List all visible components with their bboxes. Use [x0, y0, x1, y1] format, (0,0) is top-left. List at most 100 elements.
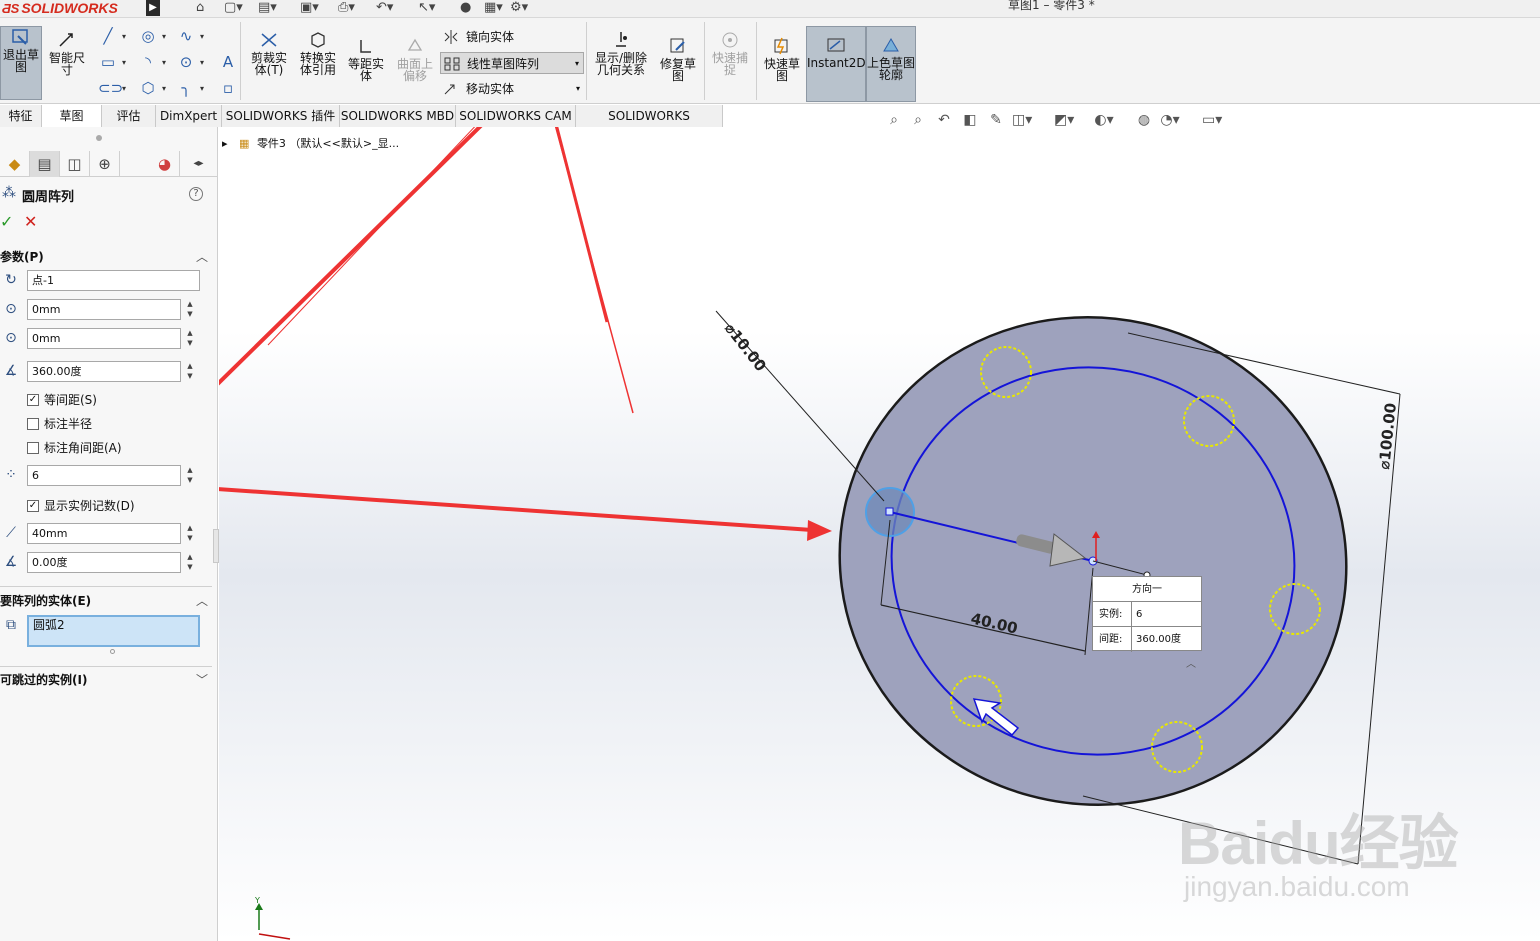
circle-dropdown-icon[interactable]: ▾ — [162, 30, 170, 44]
fillet-icon[interactable]: ╮ — [176, 78, 196, 98]
panel-grip[interactable] — [96, 135, 102, 141]
spline-dropdown-icon[interactable]: ▾ — [200, 30, 208, 44]
feature-manager-tab-icon[interactable]: ◆ — [0, 151, 30, 177]
ellipse-dropdown-icon[interactable]: ▾ — [200, 56, 208, 70]
display-style-icon[interactable]: ◩▾ — [1054, 110, 1074, 130]
arc-icon[interactable]: ◝ — [138, 52, 158, 72]
section-view-icon[interactable]: ◧ — [960, 110, 980, 130]
ellipse-icon[interactable]: ⊙ — [176, 52, 196, 72]
radius-spinner-icon[interactable]: ▲ ▼ — [184, 523, 196, 544]
exit-sketch-button[interactable]: 退出草图 — [0, 26, 42, 100]
radius-field[interactable]: 40mm — [27, 523, 181, 544]
tab-features[interactable]: 特征 — [0, 105, 42, 127]
instances-to-skip-section-header[interactable]: 可跳过的实例(I) ﹀ — [0, 670, 212, 690]
linear-sketch-pattern-button[interactable]: 线性草图阵列 ▾ — [440, 52, 584, 74]
view-orientation-icon[interactable]: ◫▾ — [1012, 110, 1032, 130]
line-dropdown-icon[interactable]: ▾ — [122, 30, 130, 44]
mirror-entities-button[interactable]: 镜向实体 — [440, 26, 578, 48]
collapse-chevron-up-icon[interactable]: ︿ — [196, 247, 208, 267]
instant2d-button[interactable]: Instant2D — [806, 26, 866, 102]
entity-item[interactable]: 圆弧2 — [33, 618, 65, 632]
rectangle-icon[interactable]: ▭ — [98, 52, 118, 72]
shaded-sketch-contours-button[interactable]: 上色草图轮廓 — [866, 26, 916, 102]
circle-icon[interactable]: ◎ — [138, 26, 158, 46]
collapse-chevron-up-icon[interactable]: ︿ — [196, 591, 208, 611]
callout-collapse-icon[interactable]: ︿ — [1186, 655, 1196, 670]
open-icon[interactable]: ▤▾ — [258, 0, 277, 16]
help-icon[interactable]: ? — [189, 187, 203, 201]
menu-expand-icon[interactable]: ▶ — [146, 0, 160, 16]
slot-icon[interactable]: ⊂⊃ — [98, 78, 123, 98]
polygon-dropdown-icon[interactable]: ▾ — [162, 82, 170, 96]
select-icon[interactable]: ↖▾ — [418, 0, 435, 16]
arc-angle-spinner-icon[interactable]: ▲ ▼ — [184, 552, 196, 573]
configuration-manager-tab-icon[interactable]: ◫ — [60, 151, 90, 177]
new-document-icon[interactable]: ▢▾ — [224, 0, 243, 16]
display-instance-count-checkbox[interactable]: ✓ 显示实例记数(D) — [27, 498, 135, 514]
arc-dropdown-icon[interactable]: ▾ — [162, 56, 170, 70]
instance-count-field[interactable]: 6 — [27, 465, 181, 486]
home-icon[interactable]: ⌂ — [196, 0, 204, 16]
ok-check-icon[interactable]: ✓ — [0, 212, 13, 231]
center-y-spinner-icon[interactable]: ▲ ▼ — [184, 328, 196, 349]
property-manager-tab-icon[interactable]: ▤ — [30, 151, 60, 177]
undo-icon[interactable]: ↶▾ — [376, 0, 393, 16]
slot-dropdown-icon[interactable]: ▾ — [122, 82, 130, 96]
entities-section-header[interactable]: 要阵列的实体(E) ︿ — [0, 591, 212, 611]
move-dropdown-icon[interactable]: ▾ — [576, 78, 580, 100]
apply-scene-icon[interactable]: ◔▾ — [1160, 110, 1180, 130]
dimension-diameter-100[interactable]: ⌀100.00 — [1375, 402, 1400, 470]
edit-appearance-icon[interactable]: ◍ — [1134, 110, 1154, 130]
center-x-spinner-icon[interactable]: ▲ ▼ — [184, 299, 196, 320]
save-icon[interactable]: ▣▾ — [300, 0, 319, 16]
expand-chevron-down-icon[interactable]: ﹀ — [196, 670, 208, 690]
options-gear-icon[interactable]: ⚙▾ — [510, 0, 528, 16]
offset-on-surface-button[interactable]: 曲面上偏移 — [394, 36, 436, 82]
equal-spacing-checkbox[interactable]: ✓ 等间距(S) — [27, 392, 97, 408]
view-settings-icon[interactable]: ▭▾ — [1202, 110, 1222, 130]
tab-solidworks-cam[interactable]: SOLIDWORKS CAM — [456, 105, 576, 127]
arc-angle-field[interactable]: 0.00度 — [27, 552, 181, 573]
rapid-sketch-button[interactable]: 快速草图 — [760, 36, 804, 82]
tab-dimxpert[interactable]: DimXpert — [156, 105, 222, 127]
center-point-field[interactable]: 点-1 — [27, 270, 200, 291]
offset-entities-button[interactable]: 等距实体 — [344, 36, 388, 82]
center-x-field[interactable]: 0mm — [27, 299, 181, 320]
quick-snaps-button[interactable]: 快速捕捉 — [708, 30, 752, 76]
pattern-dropdown-icon[interactable]: ▾ — [575, 53, 579, 75]
hide-show-items-icon[interactable]: ◐▾ — [1094, 110, 1114, 130]
callout-spacing-value[interactable]: 360.00度 — [1131, 627, 1181, 652]
trim-entities-button[interactable]: 剪裁实体(T) — [246, 30, 292, 76]
feature-tree-root[interactable]: ▸ ▦ 零件3 （默认<<默认>_显... — [222, 135, 399, 153]
dimension-radius-checkbox[interactable]: 标注半径 — [27, 416, 92, 432]
tab-sketch[interactable]: 草图 — [42, 105, 102, 127]
point-icon[interactable]: ▫ — [218, 78, 238, 98]
zoom-area-icon[interactable]: ⌕ — [908, 110, 928, 130]
rectangle-dropdown-icon[interactable]: ▾ — [122, 56, 130, 70]
parameters-section-header[interactable]: 参数(P) ︿ — [0, 247, 212, 267]
display-relations-button[interactable]: 显示/删除几何关系 — [590, 30, 652, 76]
tab-scroll-arrows-icon[interactable]: ◂▸ — [180, 151, 218, 177]
previous-view-icon[interactable]: ↶ — [934, 110, 954, 130]
panel-splitter-handle[interactable] — [213, 529, 219, 563]
smart-dimension-button[interactable]: 智能尺寸 — [46, 30, 88, 76]
entities-to-pattern-list[interactable]: 圆弧2 — [27, 615, 200, 647]
dimxpert-manager-tab-icon[interactable]: ⊕ — [90, 151, 120, 177]
dynamic-annotation-icon[interactable]: ✎ — [986, 110, 1006, 130]
fillet-dropdown-icon[interactable]: ▾ — [200, 82, 208, 96]
list-resize-handle[interactable] — [110, 649, 115, 654]
callout-instances-value[interactable]: 6 — [1131, 602, 1142, 627]
move-entities-button[interactable]: 移动实体 ▾ — [440, 78, 584, 100]
dimension-angular-spacing-checkbox[interactable]: 标注角间距(A) — [27, 440, 122, 456]
expand-arrow-icon[interactable]: ▸ — [222, 137, 228, 150]
tab-solidworks-mbd[interactable]: SOLIDWORKS MBD — [340, 105, 456, 127]
display-manager-tab-icon[interactable]: ◕ — [150, 151, 180, 177]
instance-count-spinner-icon[interactable]: ▲ ▼ — [184, 465, 196, 486]
pattern-angle-spinner-icon[interactable]: ▲ ▼ — [184, 361, 196, 382]
tab-solidworks-inspection[interactable]: SOLIDWORKS Inspection — [576, 105, 723, 145]
pattern-angle-field[interactable]: 360.00度 — [27, 361, 181, 382]
tab-solidworks-addins[interactable]: SOLIDWORKS 插件 — [222, 105, 340, 127]
cancel-x-icon[interactable]: ✕ — [24, 212, 37, 231]
print-icon[interactable]: ⎙▾ — [338, 0, 355, 16]
dimension-diameter-10[interactable]: ⌀10.00 — [721, 319, 770, 375]
